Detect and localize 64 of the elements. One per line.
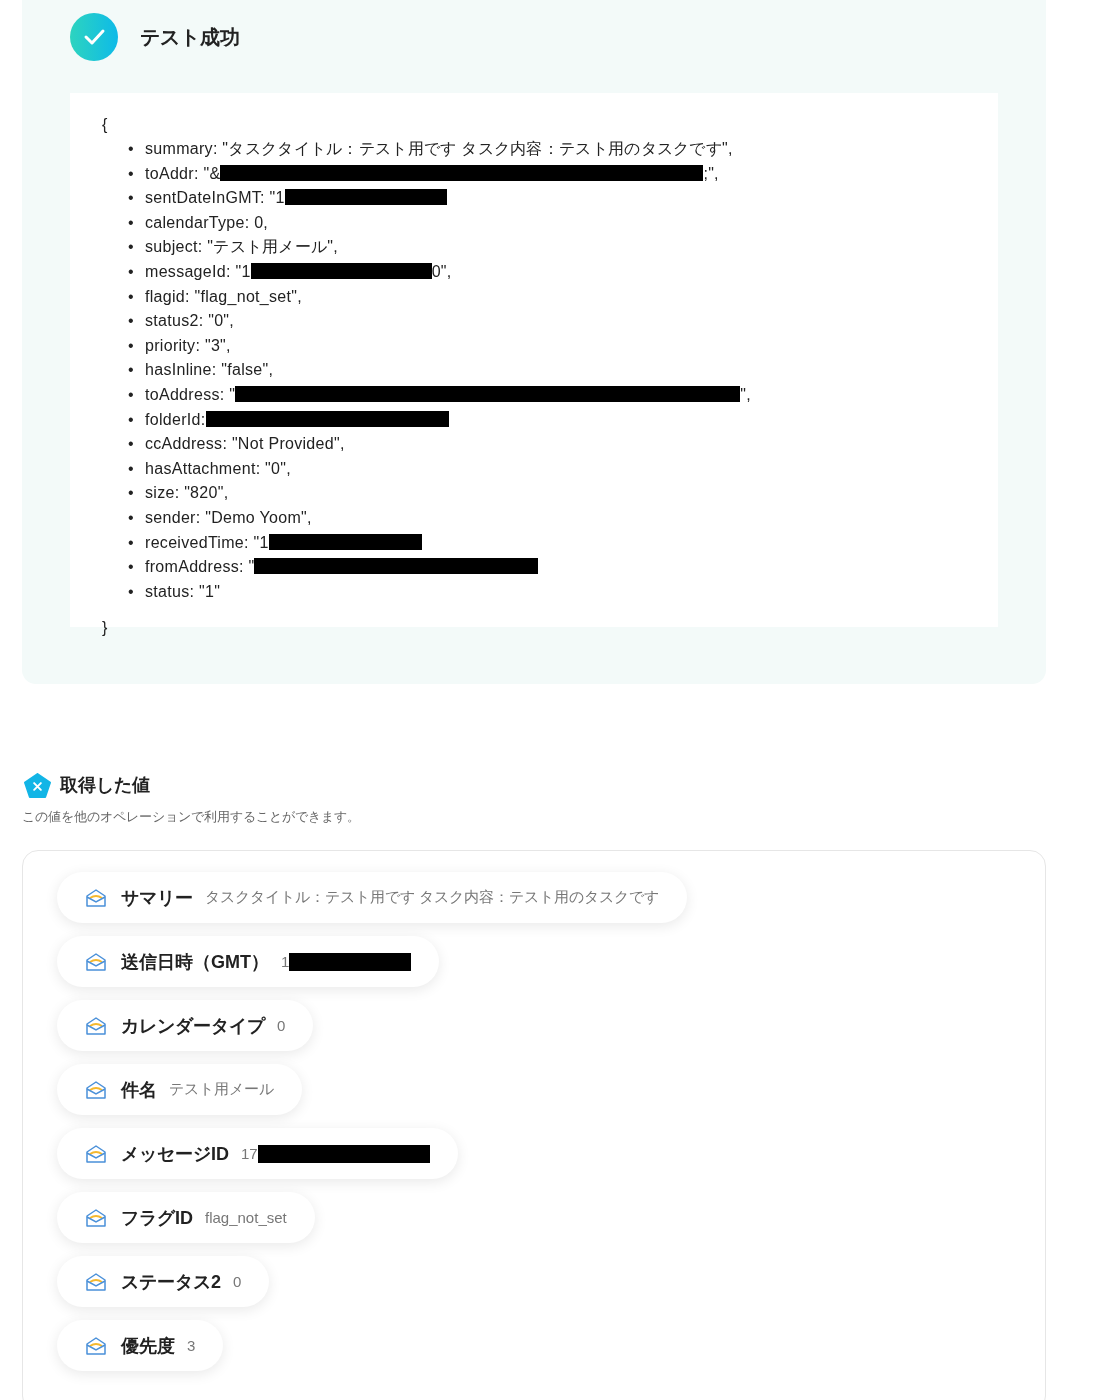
bullet: • bbox=[128, 139, 135, 159]
output-line: hasInline: "false", bbox=[145, 361, 274, 379]
section-description: この値を他のオペレーションで利用することができます。 bbox=[22, 808, 361, 826]
bullet: • bbox=[128, 188, 135, 209]
output-line: fromAddress: " bbox=[145, 558, 255, 576]
envelope-icon bbox=[85, 1143, 107, 1164]
bullet: • bbox=[128, 434, 135, 455]
output-line: subject: "テスト用メール", bbox=[145, 238, 339, 256]
output-line: priority: "3", bbox=[145, 336, 231, 354]
output-line: size: "820", bbox=[145, 484, 229, 502]
output-line: ccAddress: "Not Provided", bbox=[145, 435, 345, 453]
output-line: status2: "0", bbox=[145, 312, 235, 330]
output-line-end: ", bbox=[740, 385, 751, 403]
envelope-icon bbox=[85, 887, 107, 908]
envelope-icon bbox=[85, 1207, 107, 1228]
bullet: • bbox=[128, 409, 135, 430]
envelope-icon bbox=[85, 951, 107, 972]
output-line: receivedTime: "1 bbox=[145, 533, 269, 551]
output-line-end: 0", bbox=[431, 262, 452, 280]
bullet: • bbox=[128, 532, 135, 553]
bullet: • bbox=[128, 581, 135, 602]
bullet: • bbox=[128, 557, 135, 578]
value-chip[interactable]: 優先度 3 bbox=[57, 1320, 224, 1371]
section-title: 取得した値 bbox=[60, 774, 150, 797]
output-line: folderId: bbox=[145, 410, 206, 428]
bullet: • bbox=[128, 286, 135, 307]
bullet: • bbox=[128, 458, 135, 479]
output-line: toAddr: "& bbox=[145, 164, 221, 182]
value-chip[interactable]: フラグID flag_not_set bbox=[57, 1192, 315, 1243]
bullet: • bbox=[128, 384, 135, 405]
value-chip[interactable]: カレンダータイプ 0 bbox=[57, 1000, 314, 1051]
check-icon bbox=[70, 13, 118, 61]
envelope-icon bbox=[85, 1015, 107, 1036]
brace: { bbox=[102, 115, 109, 135]
bullet: • bbox=[128, 483, 135, 504]
bullet: • bbox=[128, 261, 135, 282]
output-line: sender: "Demo Yoom", bbox=[145, 508, 312, 526]
variable-icon bbox=[24, 772, 51, 798]
value-chip[interactable]: 送信日時（GMT） 1 bbox=[57, 936, 440, 987]
envelope-icon bbox=[85, 1271, 107, 1292]
output-line: hasAttachment: "0", bbox=[145, 459, 292, 477]
value-chip[interactable]: メッセージID 17 bbox=[57, 1128, 458, 1179]
bullet: • bbox=[128, 335, 135, 356]
value-chip[interactable]: 件名 テスト用メール bbox=[57, 1064, 302, 1115]
value-chip[interactable]: ステータス2 0 bbox=[57, 1256, 270, 1307]
output-line-end: ;", bbox=[703, 164, 719, 182]
output-line: summary: "タスクタイトル：テスト用です タスク内容：テスト用のタスクです", bbox=[145, 140, 733, 157]
bullet: • bbox=[128, 163, 135, 184]
envelope-icon bbox=[85, 1335, 107, 1356]
bullet: • bbox=[128, 360, 135, 381]
output-line: messageId: "1 bbox=[145, 262, 251, 280]
bullet: • bbox=[128, 311, 135, 332]
output-line: sentDateInGMT: "1 bbox=[145, 189, 285, 207]
bullet: • bbox=[128, 212, 135, 233]
envelope-icon bbox=[85, 1079, 107, 1100]
result-title: テスト成功 bbox=[140, 24, 240, 50]
brace: } bbox=[102, 618, 109, 639]
output-line: flagid: "flag_not_set", bbox=[145, 287, 303, 305]
output-line: status: "1" bbox=[145, 582, 221, 600]
bullet: • bbox=[128, 507, 135, 528]
output-line: toAddress: " bbox=[145, 385, 236, 403]
output-line: calendarType: 0, bbox=[145, 213, 269, 231]
bullet: • bbox=[128, 237, 135, 258]
value-chip[interactable]: サマリー タスクタイトル：テスト用です タスク内容：テスト用のタスクです bbox=[57, 872, 688, 923]
